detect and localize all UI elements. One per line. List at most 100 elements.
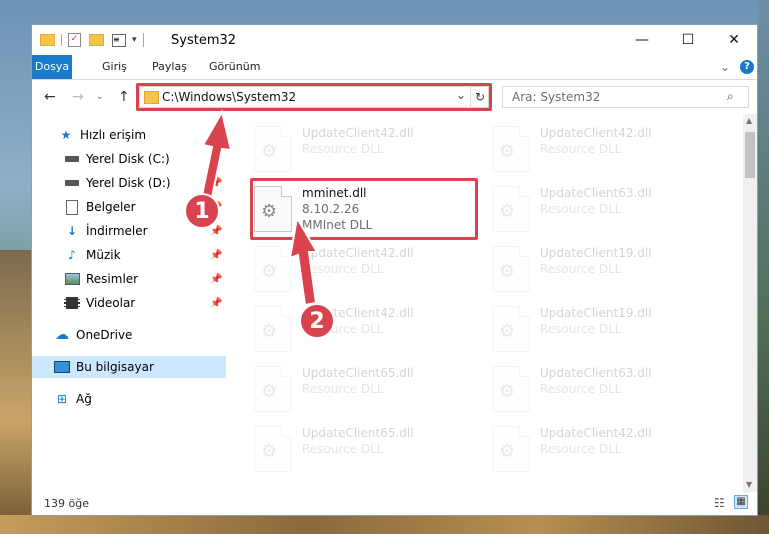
- nav-label: OneDrive: [76, 328, 133, 342]
- nav-item-videos[interactable]: Videolar 📌: [32, 292, 226, 314]
- file-item[interactable]: ⚙ UpdateClient42.dll Resource DLL: [254, 244, 484, 296]
- dll-file-icon: ⚙: [254, 126, 292, 172]
- tab-file[interactable]: Dosya: [32, 55, 72, 79]
- file-name: UpdateClient42.dll: [302, 246, 414, 260]
- vertical-scrollbar[interactable]: ▲ ▼: [743, 114, 757, 492]
- file-name: UpdateClient63.dll: [540, 186, 652, 200]
- separator: [61, 34, 62, 46]
- details-view-icon[interactable]: ☷: [714, 496, 725, 510]
- nav-item-disk-c[interactable]: Yerel Disk (C:) 📌: [32, 148, 226, 170]
- dll-file-icon: ⚙: [254, 426, 292, 472]
- nav-item-disk-d[interactable]: Yerel Disk (D:) 📌: [32, 172, 226, 194]
- drive-icon: [64, 151, 80, 167]
- file-desc: Resource DLL: [540, 382, 622, 396]
- search-placeholder: Ara: System32: [512, 90, 601, 104]
- nav-label: İndirmeler: [86, 224, 148, 238]
- file-item[interactable]: ⚙ UpdateClient42.dll Resource DLL: [254, 124, 484, 176]
- file-name: UpdateClient19.dll: [540, 306, 652, 320]
- forward-button[interactable]: →: [72, 89, 84, 105]
- nav-item-onedrive[interactable]: ☁ OneDrive: [32, 324, 226, 346]
- file-item[interactable]: ⚙ UpdateClient63.dll Resource DLL: [492, 364, 722, 416]
- file-desc: Resource DLL: [540, 142, 622, 156]
- window-title: System32: [171, 33, 237, 48]
- file-name: UpdateClient42.dll: [540, 126, 652, 140]
- file-desc: Resource DLL: [302, 262, 384, 276]
- customize-icon[interactable]: ≡: [112, 33, 126, 47]
- file-item[interactable]: ⚙ UpdateClient63.dll Resource DLL: [492, 184, 722, 236]
- pin-icon[interactable]: 📌: [210, 178, 222, 189]
- tab-home[interactable]: Giriş: [102, 55, 127, 79]
- file-item[interactable]: ⚙ UpdateClient65.dll Resource DLL: [254, 424, 484, 476]
- maximize-button[interactable]: ☐: [665, 25, 711, 55]
- help-icon[interactable]: ?: [740, 60, 754, 74]
- title-bar: ✓ ≡ ▾ System32 — ☐ ✕: [32, 25, 757, 55]
- recent-locations-button[interactable]: ⌄: [96, 92, 104, 102]
- file-desc: Resource DLL: [302, 442, 384, 456]
- nav-label: Ağ: [76, 392, 92, 406]
- drive-icon: [64, 175, 80, 191]
- ribbon-tabs: Dosya Giriş Paylaş Görünüm ⌄ ?: [32, 55, 757, 80]
- pin-icon[interactable]: 📌: [210, 298, 222, 309]
- nav-item-pictures[interactable]: Resimler 📌: [32, 268, 226, 290]
- ribbon-collapse-icon[interactable]: ⌄: [720, 55, 730, 79]
- minimize-button[interactable]: —: [619, 25, 665, 55]
- new-folder-icon[interactable]: [89, 34, 104, 46]
- scrollbar-thumb[interactable]: [745, 132, 755, 178]
- dll-file-icon: ⚙: [254, 246, 292, 292]
- nav-label: Müzik: [86, 248, 121, 262]
- file-item[interactable]: ⚙ UpdateClient65.dll Resource DLL: [254, 364, 484, 416]
- status-bar: 139 öğe ☷ ▦: [32, 492, 757, 515]
- file-desc: Resource DLL: [540, 262, 622, 276]
- file-item[interactable]: ⚙ UpdateClient19.dll Resource DLL: [492, 304, 722, 356]
- nav-item-this-pc[interactable]: Bu bilgisayar: [32, 356, 226, 378]
- nav-item-network[interactable]: ⊞ Ağ: [32, 388, 226, 410]
- scroll-down-icon[interactable]: ▼: [746, 480, 752, 489]
- file-item[interactable]: ⚙ UpdateClient42.dll Resource DLL: [254, 304, 484, 356]
- large-icons-view-icon[interactable]: ▦: [734, 495, 748, 509]
- file-desc: Resource DLL: [540, 322, 622, 336]
- tab-share[interactable]: Paylaş: [152, 55, 187, 79]
- pin-icon[interactable]: 📌: [210, 154, 222, 165]
- search-icon: ⌕: [727, 89, 734, 103]
- close-button[interactable]: ✕: [711, 25, 757, 55]
- file-item[interactable]: ⚙ UpdateClient42.dll Resource DLL: [492, 124, 722, 176]
- scroll-up-icon[interactable]: ▲: [746, 116, 752, 125]
- properties-icon[interactable]: ✓: [68, 33, 81, 47]
- computer-icon: [54, 359, 70, 375]
- background-ground: [0, 515, 769, 534]
- address-row: ← → ⌄ ↑ C:\Windows\System32 ⌄ ↻ Ara: Sys…: [32, 80, 757, 114]
- file-name: UpdateClient65.dll: [302, 426, 414, 440]
- quick-access-toolbar: ✓ ≡ ▾: [40, 32, 144, 48]
- pin-icon[interactable]: 📌: [210, 226, 222, 237]
- nav-label: Resimler: [86, 272, 139, 286]
- callout-two: 2: [299, 303, 335, 339]
- file-item[interactable]: ⚙ UpdateClient19.dll Resource DLL: [492, 244, 722, 296]
- folder-icon[interactable]: [40, 34, 55, 46]
- network-icon: ⊞: [56, 392, 68, 406]
- pin-icon[interactable]: 📌: [210, 250, 222, 261]
- nav-label: Yerel Disk (C:): [86, 152, 170, 166]
- picture-icon: [64, 271, 80, 287]
- document-icon: [64, 199, 80, 215]
- nav-item-music[interactable]: ♪ Müzik 📌: [32, 244, 226, 266]
- file-desc: Resource DLL: [302, 382, 384, 396]
- dll-file-icon: ⚙: [492, 246, 530, 292]
- back-button[interactable]: ←: [44, 89, 56, 105]
- file-item[interactable]: ⚙ UpdateClient42.dll Resource DLL: [492, 424, 722, 476]
- chevron-down-icon[interactable]: ▾: [132, 35, 137, 45]
- pin-icon[interactable]: 📌: [210, 274, 222, 285]
- dll-file-icon: ⚙: [492, 426, 530, 472]
- file-name: UpdateClient65.dll: [302, 366, 414, 380]
- up-button[interactable]: ↑: [118, 89, 130, 105]
- dll-file-icon: ⚙: [492, 366, 530, 412]
- file-desc: Resource DLL: [540, 442, 622, 456]
- nav-label: Bu bilgisayar: [76, 360, 154, 374]
- search-input[interactable]: Ara: System32 ⌕: [502, 86, 749, 108]
- file-desc: Resource DLL: [540, 202, 622, 216]
- file-name: UpdateClient63.dll: [540, 366, 652, 380]
- tab-view[interactable]: Görünüm: [209, 55, 260, 79]
- file-list: ⚙ UpdateClient42.dll Resource DLL ⚙ Upda…: [228, 114, 743, 492]
- video-icon: [64, 295, 80, 311]
- dll-file-icon: ⚙: [492, 186, 530, 232]
- nav-item-quick-access[interactable]: ★ Hızlı erişim: [32, 124, 226, 146]
